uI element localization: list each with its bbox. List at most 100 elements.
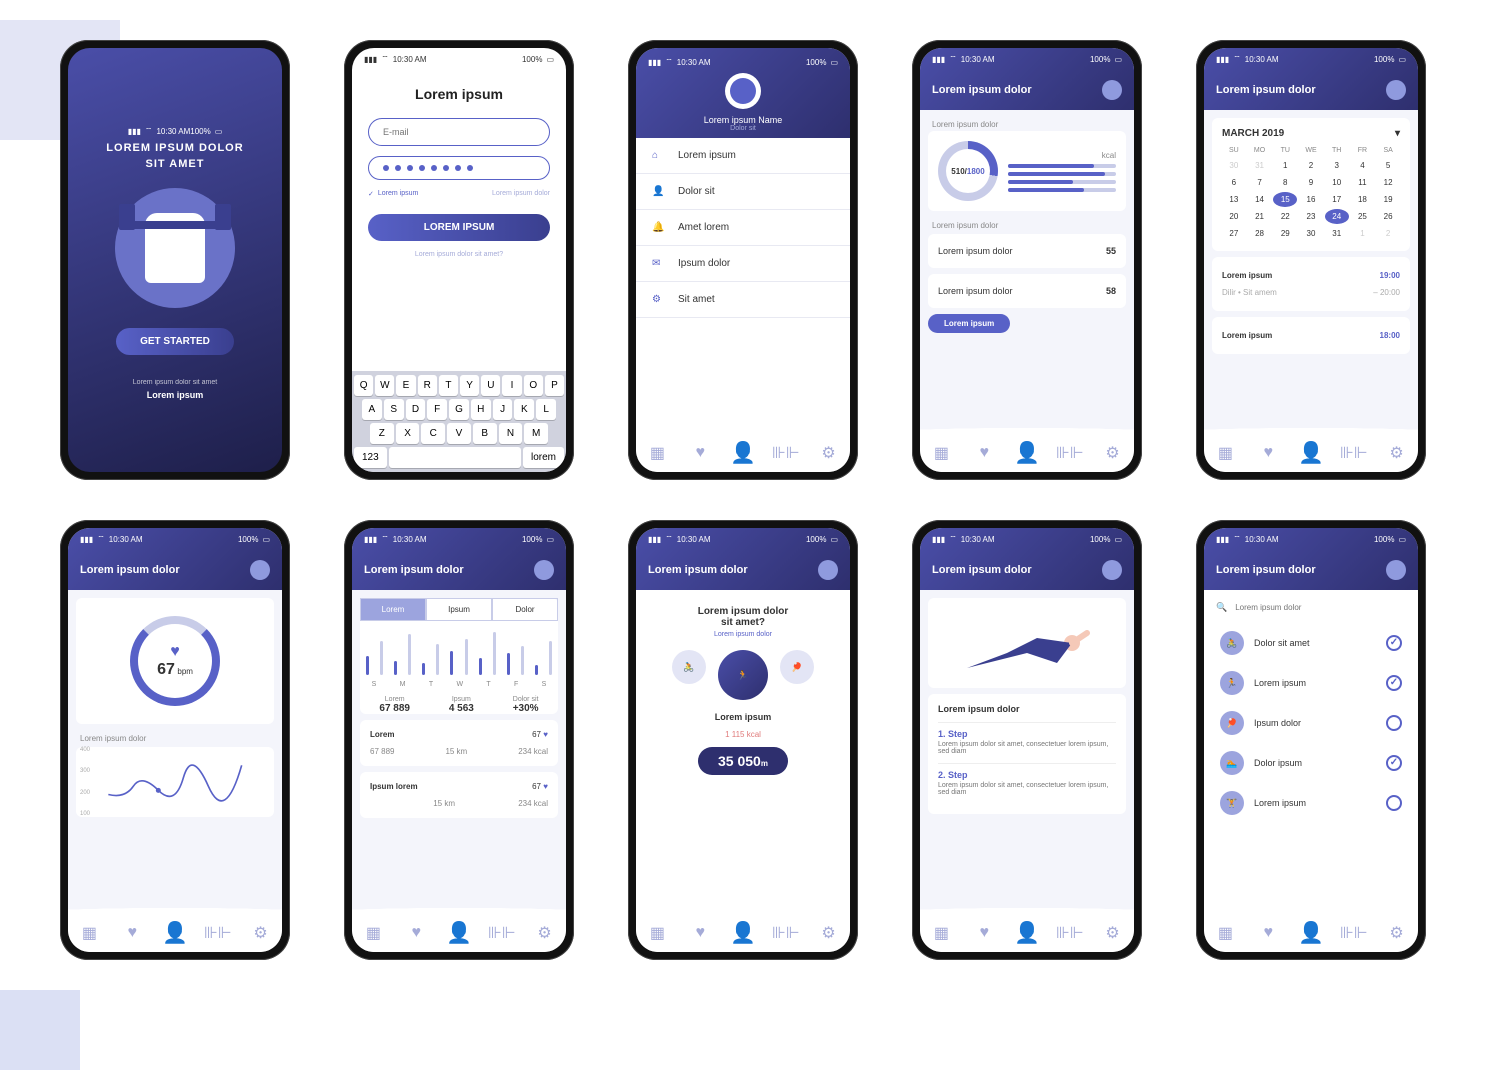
key-b[interactable]: B [473,423,497,444]
avatar[interactable] [818,560,838,580]
key-s[interactable]: S [384,399,404,420]
cal-day[interactable]: 18 [1351,192,1375,207]
cal-day[interactable]: 9 [1299,175,1323,190]
menu-item-home[interactable]: ⌂Lorem ipsum [636,138,850,174]
nav-profile-icon[interactable]: 👤 [449,922,470,943]
tab-3[interactable]: Dolor [492,598,558,621]
avatar[interactable] [534,560,554,580]
cal-day[interactable]: 13 [1222,192,1246,207]
key-v[interactable]: V [447,423,471,444]
cal-day[interactable]: 17 [1325,192,1349,207]
cal-day[interactable]: 11 [1351,175,1375,190]
nav-workout-icon[interactable]: ⊪⊩ [1062,925,1078,941]
nav-profile-icon[interactable]: 👤 [1301,442,1322,463]
menu-item-notifications[interactable]: 🔔Amet lorem [636,210,850,246]
activity-running[interactable]: 🏃 [718,650,768,700]
key-q[interactable]: Q [354,375,373,396]
cal-day[interactable]: 19 [1376,192,1400,207]
key-n[interactable]: N [499,423,523,444]
nav-calendar-icon[interactable]: ▦ [933,925,949,941]
cal-day[interactable]: 14 [1248,192,1272,207]
nav-calendar-icon[interactable]: ▦ [649,445,665,461]
cal-day[interactable]: 22 [1273,209,1297,224]
key-c[interactable]: C [421,423,445,444]
activity-cycling[interactable]: 🚴 [672,650,706,684]
nav-profile-icon[interactable]: 👤 [165,922,186,943]
remember-checkbox[interactable]: ✓Lorem ipsum [368,190,418,198]
checklist-item[interactable]: 🏃Lorem ipsum [1216,663,1406,703]
cal-day[interactable]: 29 [1273,226,1297,241]
nav-workout-icon[interactable]: ⊪⊩ [778,445,794,461]
nav-profile-icon[interactable]: 👤 [1017,922,1038,943]
cal-day[interactable]: 1 [1273,158,1297,173]
key-m[interactable]: M [524,423,548,444]
stat-row-1[interactable]: Lorem ipsum dolor55 [938,240,1116,262]
key-t[interactable]: T [439,375,458,396]
key-enter[interactable]: lorem [523,447,564,468]
key-o[interactable]: O [524,375,543,396]
key-p[interactable]: P [545,375,564,396]
avatar[interactable] [725,73,761,109]
nav-heart-icon[interactable]: ♥ [1260,445,1276,461]
nav-workout-icon[interactable]: ⊪⊩ [210,925,226,941]
avatar[interactable] [250,560,270,580]
cal-day[interactable]: 31 [1325,226,1349,241]
nav-heart-icon[interactable]: ♥ [976,445,992,461]
key-y[interactable]: Y [460,375,479,396]
nav-workout-icon[interactable]: ⊪⊩ [1346,925,1362,941]
nav-heart-icon[interactable]: ♥ [408,925,424,941]
dropdown-icon[interactable]: ▾ [1395,128,1400,139]
nav-workout-icon[interactable]: ⊪⊩ [778,925,794,941]
nav-heart-icon[interactable]: ♥ [976,925,992,941]
nav-calendar-icon[interactable]: ▦ [933,445,949,461]
cal-day[interactable]: 23 [1299,209,1323,224]
search-icon[interactable]: 🔍 [1216,602,1227,613]
cal-day[interactable]: 16 [1299,192,1323,207]
cal-day[interactable]: 20 [1222,209,1246,224]
tab-1[interactable]: Lorem [360,598,426,621]
cal-day[interactable]: 30 [1222,158,1246,173]
menu-item-settings[interactable]: ⚙Sit amet [636,282,850,318]
key-f[interactable]: F [427,399,447,420]
key-w[interactable]: W [375,375,394,396]
key-l[interactable]: L [536,399,556,420]
key-j[interactable]: J [493,399,513,420]
nav-calendar-icon[interactable]: ▦ [1217,445,1233,461]
nav-settings-icon[interactable]: ⚙ [1105,925,1121,941]
cal-day[interactable]: 27 [1222,226,1246,241]
cal-day[interactable]: 5 [1376,158,1400,173]
checklist-item[interactable]: 🏋Lorem ipsum [1216,783,1406,823]
cal-day[interactable]: 3 [1325,158,1349,173]
nav-profile-icon[interactable]: 👤 [733,922,754,943]
avatar[interactable] [1102,80,1122,100]
nav-calendar-icon[interactable]: ▦ [81,925,97,941]
event-2[interactable]: Lorem ipsum18:00 [1222,327,1400,344]
action-button[interactable]: Lorem ipsum [928,314,1010,333]
key-space[interactable] [389,447,521,468]
nav-profile-icon[interactable]: 👤 [1301,922,1322,943]
cal-day[interactable]: 21 [1248,209,1272,224]
nav-calendar-icon[interactable]: ▦ [365,925,381,941]
password-field[interactable] [368,156,550,180]
avatar[interactable] [1386,80,1406,100]
cal-day[interactable]: 12 [1376,175,1400,190]
checkbox[interactable] [1386,795,1402,811]
nav-settings-icon[interactable]: ⚙ [253,925,269,941]
get-started-button[interactable]: GET STARTED [116,328,234,355]
nav-settings-icon[interactable]: ⚙ [821,445,837,461]
nav-heart-icon[interactable]: ♥ [1260,925,1276,941]
nav-workout-icon[interactable]: ⊪⊩ [1062,445,1078,461]
checklist-item[interactable]: 🚴Dolor sit amet [1216,623,1406,663]
search-input[interactable] [1235,603,1406,612]
menu-item-profile[interactable]: 👤Dolor sit [636,174,850,210]
nav-settings-icon[interactable]: ⚙ [1389,445,1405,461]
cal-day[interactable]: 8 [1273,175,1297,190]
key-k[interactable]: K [514,399,534,420]
nav-calendar-icon[interactable]: ▦ [1217,925,1233,941]
cal-day[interactable]: 15 [1273,192,1297,207]
login-button[interactable]: LOREM IPSUM [368,214,550,241]
signup-link[interactable]: Lorem ipsum dolor sit amet? [415,251,503,258]
email-field[interactable] [368,118,550,146]
key-i[interactable]: I [502,375,521,396]
key-x[interactable]: X [396,423,420,444]
